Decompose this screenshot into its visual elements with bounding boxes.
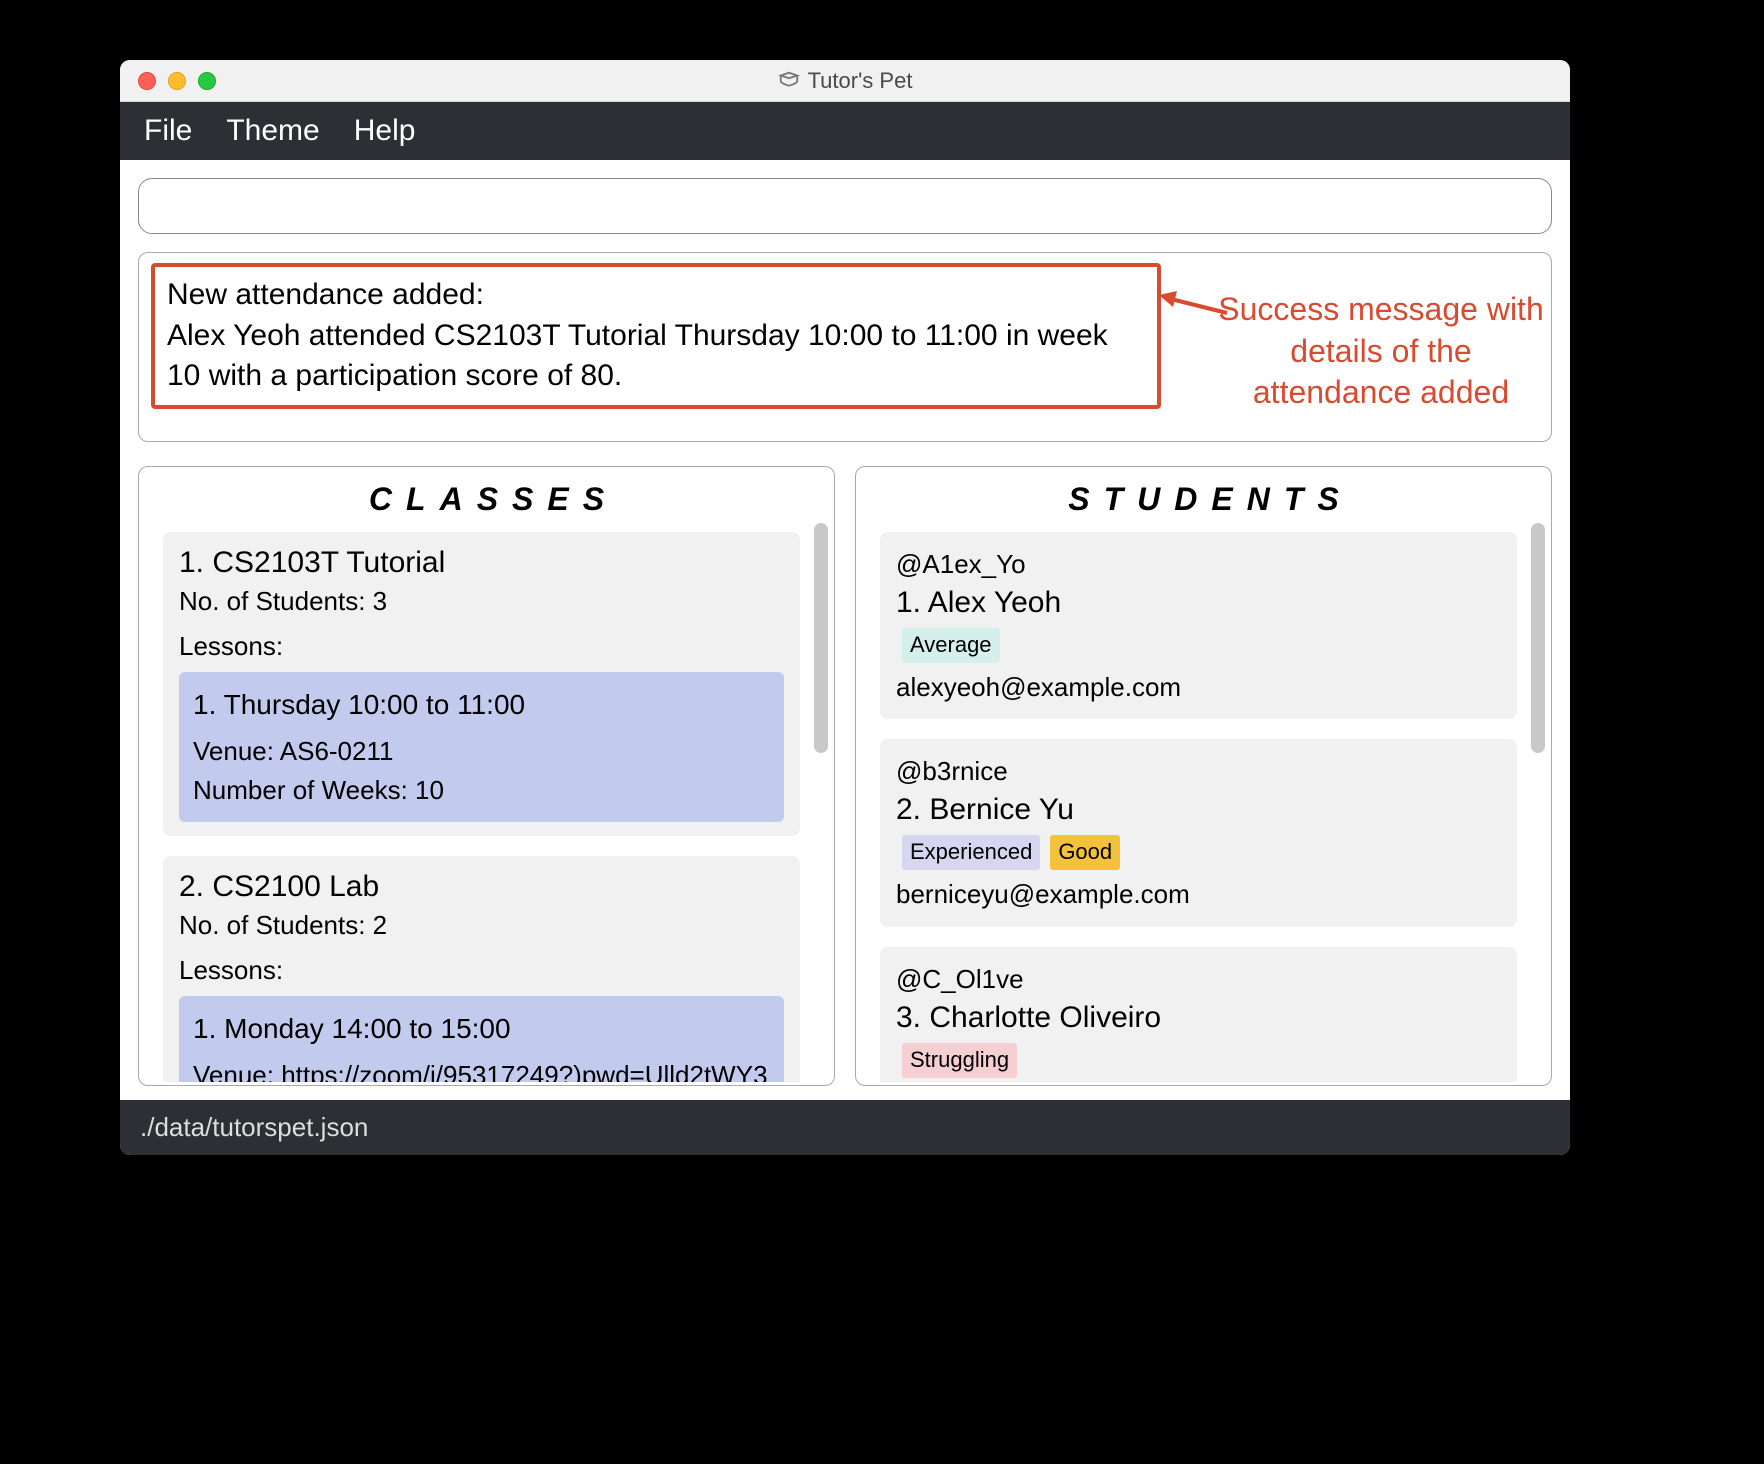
- classes-panel-title: CLASSES: [163, 481, 824, 518]
- student-tags: Experienced Good: [902, 835, 1501, 870]
- command-input[interactable]: [138, 178, 1552, 234]
- tag: Experienced: [902, 835, 1040, 870]
- students-panel: STUDENTS @A1ex_Yo 1. Alex Yeoh Average a…: [855, 466, 1552, 1086]
- student-name: 1. Alex Yeoh: [896, 582, 1501, 624]
- menubar: File Theme Help: [120, 102, 1570, 160]
- lessons-label: Lessons:: [179, 955, 784, 986]
- student-name: 2. Bernice Yu: [896, 789, 1501, 831]
- lesson-title: 1. Thursday 10:00 to 11:00: [193, 684, 770, 726]
- tag: Good: [1050, 835, 1120, 870]
- student-handle: @A1ex_Yo: [896, 546, 1501, 582]
- result-display: New attendance added: Alex Yeoh attended…: [138, 252, 1552, 442]
- lessons-label: Lessons:: [179, 631, 784, 662]
- class-header: 2. CS2100 Lab: [179, 870, 784, 904]
- lesson-weeks: Number of Weeks: 10: [193, 771, 770, 810]
- student-card[interactable]: @A1ex_Yo 1. Alex Yeoh Average alexyeoh@e…: [880, 532, 1517, 720]
- students-list: @A1ex_Yo 1. Alex Yeoh Average alexyeoh@e…: [880, 532, 1541, 1082]
- titlebar: Tutor's Pet: [120, 60, 1570, 102]
- student-card[interactable]: @C_Ol1ve 3. Charlotte Oliveiro Strugglin…: [880, 947, 1517, 1082]
- lesson-venue: Venue: AS6-0211: [193, 732, 770, 771]
- menu-help[interactable]: Help: [354, 114, 416, 148]
- student-email: berniceyu@example.com: [896, 876, 1501, 912]
- student-tags: Struggling: [902, 1043, 1501, 1078]
- lesson-venue: Venue: https://zoom/j/95317249?)pwd=Ulld…: [193, 1056, 770, 1082]
- content-area: New attendance added: Alex Yeoh attended…: [120, 160, 1570, 1086]
- window-title-text: Tutor's Pet: [808, 68, 913, 94]
- classes-list: 1. CS2103T Tutorial No. of Students: 3 L…: [163, 532, 824, 1082]
- result-message-box: New attendance added: Alex Yeoh attended…: [151, 263, 1161, 409]
- class-student-count: No. of Students: 2: [179, 910, 784, 941]
- lesson-title: 1. Monday 14:00 to 15:00: [193, 1008, 770, 1050]
- student-handle: @b3rnice: [896, 753, 1501, 789]
- panels-row: CLASSES 1. CS2103T Tutorial No. of Stude…: [138, 466, 1552, 1086]
- maximize-icon[interactable]: [198, 72, 216, 90]
- menu-file[interactable]: File: [144, 114, 192, 148]
- app-icon: [778, 70, 800, 92]
- student-handle: @C_Ol1ve: [896, 961, 1501, 997]
- app-window: Tutor's Pet File Theme Help New attendan…: [120, 60, 1570, 1155]
- student-tags: Average: [902, 628, 1501, 663]
- statusbar: ./data/tutorspet.json: [120, 1100, 1570, 1155]
- classes-panel: CLASSES 1. CS2103T Tutorial No. of Stude…: [138, 466, 835, 1086]
- annotation-label: Success message with details of the atte…: [1211, 289, 1551, 414]
- close-icon[interactable]: [138, 72, 156, 90]
- class-card[interactable]: 2. CS2100 Lab No. of Students: 2 Lessons…: [163, 856, 800, 1082]
- traffic-lights: [120, 72, 216, 90]
- student-email: alexyeoh@example.com: [896, 669, 1501, 705]
- class-header: 1. CS2103T Tutorial: [179, 546, 784, 580]
- class-student-count: No. of Students: 3: [179, 586, 784, 617]
- tag: Average: [902, 628, 1000, 663]
- result-message-text: New attendance added: Alex Yeoh attended…: [167, 278, 1108, 392]
- class-card[interactable]: 1. CS2103T Tutorial No. of Students: 3 L…: [163, 532, 800, 836]
- lesson-card: 1. Thursday 10:00 to 11:00 Venue: AS6-02…: [179, 672, 784, 822]
- students-panel-title: STUDENTS: [880, 481, 1541, 518]
- minimize-icon[interactable]: [168, 72, 186, 90]
- status-path: ./data/tutorspet.json: [140, 1112, 368, 1142]
- student-card[interactable]: @b3rnice 2. Bernice Yu Experienced Good …: [880, 739, 1517, 927]
- menu-theme[interactable]: Theme: [226, 114, 319, 148]
- window-title: Tutor's Pet: [120, 68, 1570, 94]
- student-name: 3. Charlotte Oliveiro: [896, 997, 1501, 1039]
- tag: Struggling: [902, 1043, 1017, 1078]
- lesson-card: 1. Monday 14:00 to 15:00 Venue: https://…: [179, 996, 784, 1082]
